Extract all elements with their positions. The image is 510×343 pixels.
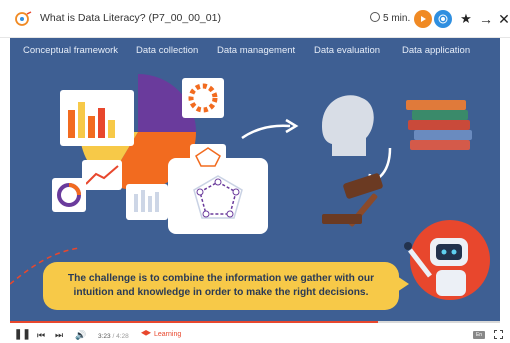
prev-icon[interactable]: ⏮ [37,330,45,340]
progress-fill [10,321,378,323]
mortarboard-icon [141,330,151,336]
tab-data-evaluation[interactable]: Data evaluation [314,45,380,56]
skip-icon[interactable]: ⏭ [55,330,63,340]
next-icon[interactable]: → [477,10,495,28]
player-controls: ❚❚ ⏮ ⏭ 🔊 3:23 / 4:28 Learning En [0,321,510,343]
title-bar: What is Data Literacy? (P7_00_00_01) 5 m… [0,0,510,38]
tab-conceptual-framework[interactable]: Conceptual framework [23,45,118,56]
caption-text: The challenge is to combine the informat… [68,272,374,300]
caption-bubble: The challenge is to combine the informat… [43,262,409,310]
clock-icon [370,12,380,22]
video-stage[interactable]: Conceptual framework Data collection Dat… [10,38,500,321]
tab-data-application[interactable]: Data application [402,45,470,56]
captions-button[interactable]: En [473,331,485,339]
duration: 5 min. [370,12,410,24]
tab-data-collection[interactable]: Data collection [136,45,198,56]
close-icon[interactable]: ✕ [495,10,510,28]
play-icon[interactable] [414,10,432,28]
logo-icon [15,11,32,26]
learning-mode[interactable]: Learning [141,330,181,340]
pause-icon[interactable]: ❚❚ [14,330,31,340]
caption-tail [397,276,409,292]
progress-bar[interactable] [10,321,500,323]
tab-bar: Conceptual framework Data collection Dat… [10,38,500,64]
fullscreen-icon[interactable] [494,330,503,339]
time-total: / 4:28 [112,333,129,340]
lesson-title: What is Data Literacy? (P7_00_00_01) [40,12,221,24]
time-readout: 3:23 / 4:28 [98,332,129,342]
share-icon[interactable] [434,10,452,28]
caption-line-2: intuition and knowledge in order to make… [73,287,369,298]
star-icon[interactable]: ★ [457,10,475,28]
duration-label: 5 min. [383,13,411,24]
time-current: 3:23 [98,333,111,340]
tab-data-management[interactable]: Data management [217,45,295,56]
caption-line-1: The challenge is to combine the informat… [67,273,375,285]
volume-icon[interactable]: 🔊 [75,330,86,340]
learning-label: Learning [154,331,182,338]
